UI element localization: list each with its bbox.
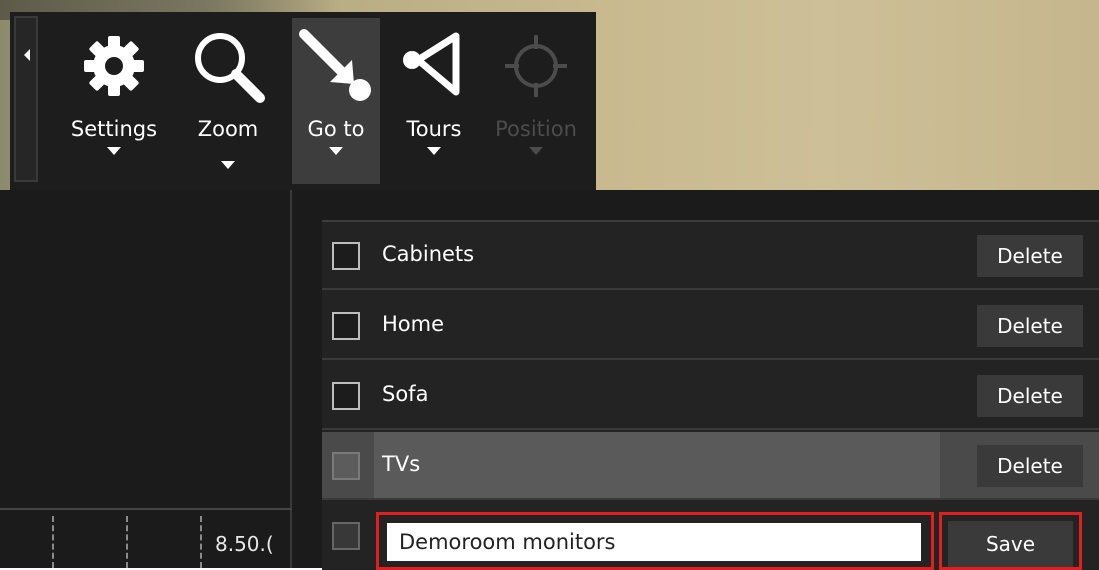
preset-checkbox[interactable] [332,452,360,480]
preset-row[interactable]: Sofa Delete [322,362,1099,430]
preset-checkbox[interactable] [332,242,360,270]
timeline-tick [52,516,54,568]
zoom-tool-button[interactable]: Zoom [182,18,274,184]
preset-name[interactable]: TVs [382,452,420,476]
chevron-down-icon [107,147,121,155]
chevron-down-icon [529,147,543,155]
divider [290,190,292,568]
magnifier-icon [188,18,268,113]
timeline-tick [126,516,128,568]
settings-tool-button[interactable]: Settings [60,18,168,184]
goto-arrow-icon [296,18,376,113]
preset-checkbox[interactable] [332,312,360,340]
save-highlight: Save [939,512,1082,570]
preset-row-selected[interactable]: TVs Delete [322,432,1099,500]
position-tool-button[interactable]: Position [486,18,586,184]
delete-button[interactable]: Delete [977,445,1083,487]
preset-name[interactable]: Cabinets [382,242,474,266]
goto-preset-menu: Cabinets Delete Home Delete Sofa Delete … [322,220,1099,570]
settings-label: Settings [70,117,158,141]
preset-checkbox[interactable] [332,522,360,550]
save-button[interactable]: Save [948,521,1073,567]
preset-name-input[interactable] [387,523,921,561]
goto-label: Go to [307,117,365,141]
preset-row[interactable]: Home Delete [322,292,1099,360]
preset-checkbox[interactable] [332,382,360,410]
chevron-down-icon [427,147,441,155]
preset-name[interactable]: Sofa [382,382,428,406]
chevron-down-icon [221,161,235,169]
tours-label: Tours [406,117,462,141]
crosshair-icon [501,18,571,113]
preset-row[interactable]: Cabinets Delete [322,222,1099,290]
ptz-toolbar: Settings Zoom Go to Tours Position [10,12,596,190]
zoom-label: Zoom [197,117,259,141]
tours-tool-button[interactable]: Tours [390,18,478,184]
goto-tool-button[interactable]: Go to [292,18,380,184]
delete-button[interactable]: Delete [977,235,1083,277]
divider [0,508,292,510]
collapse-toolbar-button[interactable] [14,16,38,182]
position-label: Position [495,117,577,141]
preset-name[interactable]: Home [382,312,444,336]
delete-button[interactable]: Delete [977,375,1083,417]
collapse-arrow-icon [24,49,30,61]
timeline-time-label: 8.50.( [215,532,274,556]
preset-name-cell [374,432,940,498]
delete-button[interactable]: Delete [977,305,1083,347]
new-preset-row: Save [322,502,1099,570]
tours-icon [398,18,470,113]
gear-icon [80,18,148,113]
timeline-tick [200,516,202,568]
chevron-down-icon [329,147,343,155]
preset-name-highlight [376,512,934,570]
